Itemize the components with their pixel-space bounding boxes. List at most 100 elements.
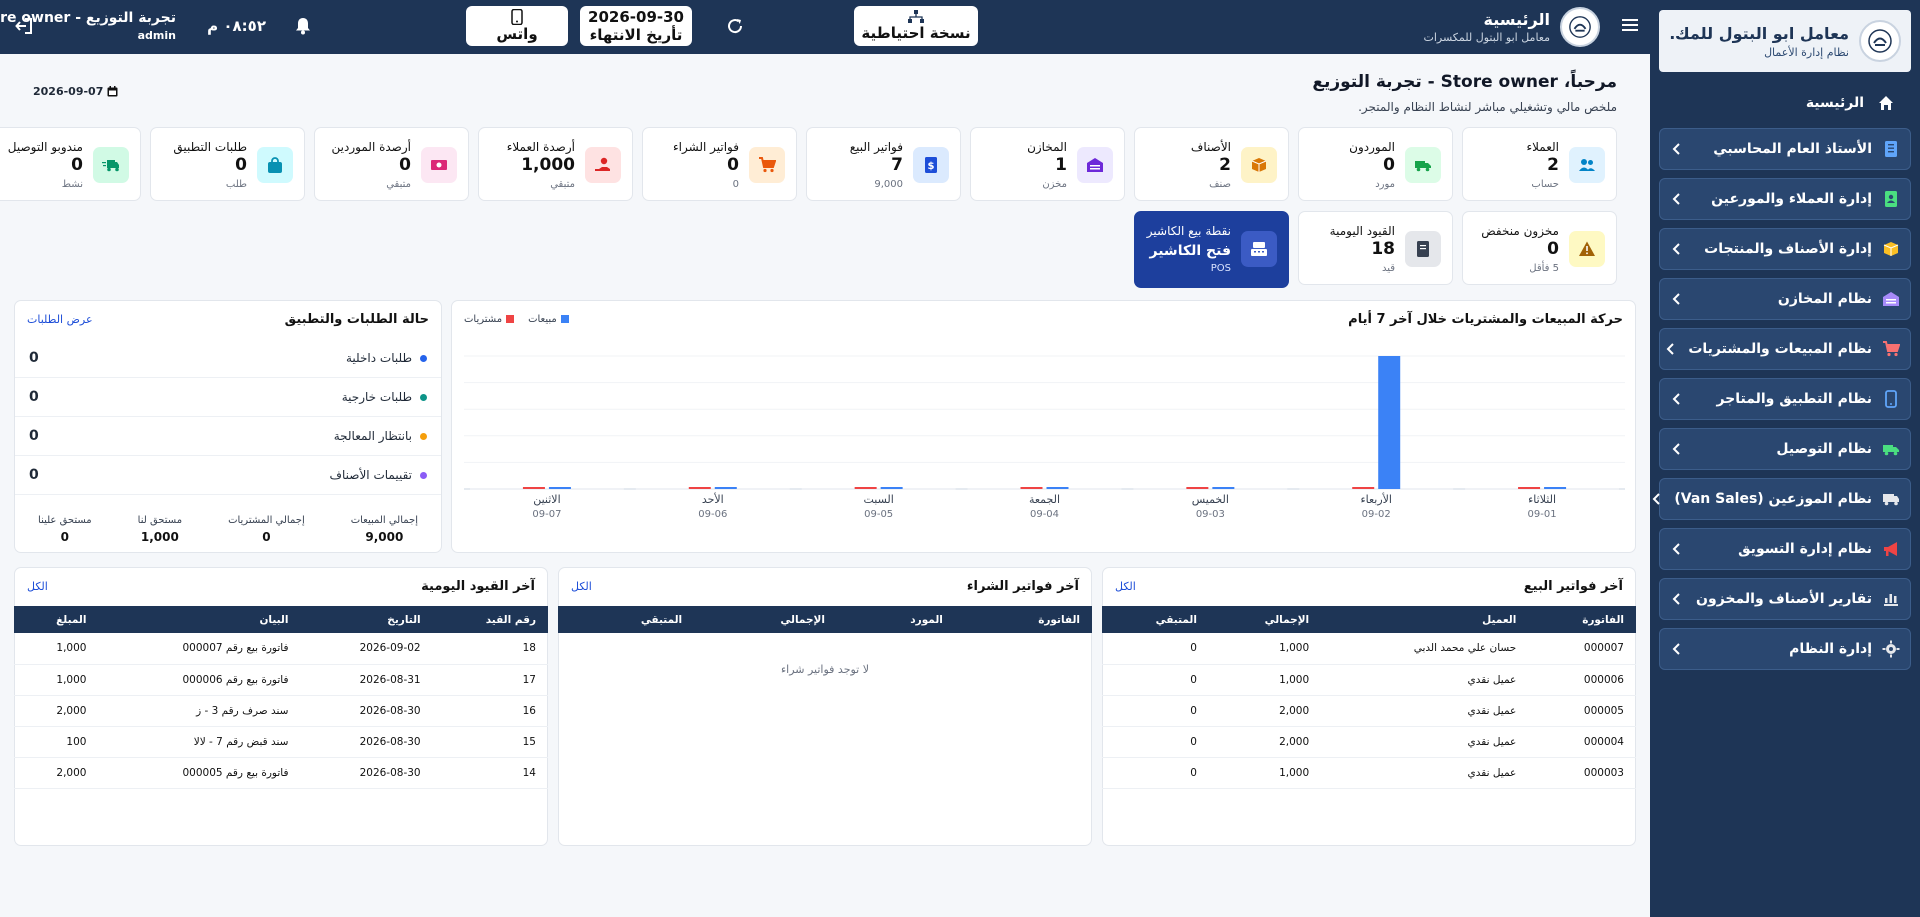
status-dot [420,394,427,401]
table-row[interactable]: 14 2026-08-30 فاتورة بيع رقم 000005 2,000 [14,757,548,789]
table-cell: 0 [1102,757,1209,789]
logout-icon[interactable] [15,18,33,34]
sidebar-item-6[interactable]: نظام التطبيق والمتاجر [1659,378,1911,420]
stat-card-delivery[interactable]: مندوبو التوصيل 0 نشط [0,127,141,201]
topbar-home[interactable]: الرئيسية معامل ابو البتول للمكسرات [1423,7,1600,47]
stat-card-hand-coin[interactable]: أرصدة العملاء 1,000 متبقي [478,127,633,201]
table-row[interactable]: 000006 عميل نقدي 1,000 0 [1102,664,1636,696]
stat-subtext: مخزن [1042,179,1067,190]
table-row[interactable]: 16 2026-08-30 سند صرف رقم 3 - ز 2,000 [14,695,548,727]
sidebar-item-10[interactable]: تقارير الأصناف والمخزون [1659,578,1911,620]
sidebar-item-3[interactable]: إدارة الأصناف والمنتجات [1659,228,1911,270]
status-row: طلبات خارجية 0 [15,378,441,417]
warehouse-icon [1882,290,1900,308]
sidebar-item-home[interactable]: الرئيسية [1650,78,1920,128]
stat-card-warning[interactable]: مخزون منخفض 0 5 فأقل [1462,211,1617,285]
stat-card-users[interactable]: العملاء 2 حساب [1462,127,1617,201]
refresh-icon[interactable] [726,17,744,35]
svg-text:$: $ [928,161,935,172]
box-icon [1882,240,1900,258]
bar-sales [714,487,737,489]
stat-label: العملاء [1526,140,1559,154]
journal-all-link[interactable]: الكل [27,580,48,593]
backup-label: نسخة احتياطية [861,24,971,42]
sidebar-item-5[interactable]: نظام المبيعات والمشتريات [1659,328,1911,370]
menu-toggle-icon[interactable] [1622,17,1638,33]
chevron-left-icon [1670,142,1684,156]
stat-label: أرصدة الموردين [331,140,411,154]
column-header: المورد [836,606,955,633]
table-cell: 2,000 [1208,726,1322,758]
table-row[interactable]: 15 2026-08-30 سند قبض رقم 7 - لالا 100 [14,726,548,758]
view-orders-link[interactable]: عرض الطلبات [27,313,93,326]
sales-invoices-table: الفاتورة العميل الإجمالي المتبقي 000007 حسان… [1102,606,1636,789]
sidebar-item-label: إدارة العملاء والمورعين [1711,191,1872,207]
table-row[interactable]: 18 2026-09-02 فاتورة بيع رقم 000007 1,000 [14,633,548,665]
table-row[interactable]: 000007 حسان علي محمد الدبي 1,000 0 [1102,633,1636,665]
sidebar-item-9[interactable]: نظام إدارة التسويق [1659,528,1911,570]
latest-journal-entries-panel: آخر القيود اليومية الكل رقم القيد التاريخ… [14,567,548,846]
warning-icon [1569,231,1605,267]
stat-value: 0 [1383,155,1395,175]
cart-icon [1882,340,1900,358]
stat-card-bag[interactable]: طلبات التطبيق 0 طلب [150,127,305,201]
clock: ٠٨:٥٢ م [207,17,266,35]
table-row[interactable]: 17 2026-08-31 فاتورة بيع رقم 000006 1,000 [14,664,548,696]
table-cell: 1,000 [1208,664,1322,696]
bar-purchases [1518,487,1541,489]
chevron-left-icon [1670,592,1684,606]
table-cell: 000003 [1528,757,1636,789]
stat-card-money[interactable]: أرصدة الموردين 0 متبقي [314,127,469,201]
total-value: 0 [60,530,70,544]
purchase-all-link[interactable]: الكل [571,580,592,593]
stat-label: فواتير الشراء [673,140,739,154]
sidebar-item-7[interactable]: نظام التوصيل [1659,428,1911,470]
sidebar-item-8[interactable]: نظام الموزعين (Van Sales) [1652,478,1911,520]
table-cell: 2,000 [14,695,99,727]
table-cell: 100 [14,726,99,758]
stat-value: 1,000 [521,155,575,175]
backup-button[interactable]: نسخة احتياطية [854,6,978,46]
stat-label: أرصدة العملاء [506,140,575,154]
table-cell: 2,000 [14,757,99,789]
topbar-title: الرئيسية [1483,10,1551,29]
table-row[interactable]: 000005 عميل نقدي 2,000 0 [1102,695,1636,727]
x-tick-label: الجمعة [1029,493,1060,506]
company-logo [1859,20,1901,62]
megaphone-icon [1882,540,1900,558]
total-value: 1,000 [140,530,179,544]
sales-all-link[interactable]: الكل [1115,580,1136,593]
bell-icon[interactable] [295,17,311,35]
status-value: 0 [29,350,39,366]
stat-card-invoice[interactable]: $ فواتير البيع 7 9,000 [806,127,961,201]
table-cell: فاتورة بيع رقم 000007 [98,633,301,665]
stat-subtext: متبقي [386,179,411,190]
stat-label: القيود اليومية [1329,224,1395,238]
stat-subtext: صنف [1209,179,1231,190]
sidebar-item-2[interactable]: إدارة العملاء والمورعين [1659,178,1911,220]
stat-card-cash-register[interactable]: نقطة بيع الكاشير فتح الكاشير POS [1134,211,1289,288]
stat-card-cart[interactable]: فواتير الشراء 0 0 [642,127,797,201]
bar-purchases [1186,487,1209,489]
sidebar-item-11[interactable]: إدارة النظام [1659,628,1911,670]
expiry-date-button[interactable]: 2026-09-30 تأريخ الانتهاء [580,6,692,46]
van-icon [1882,490,1900,508]
sitemap-icon [908,10,924,24]
table-row[interactable]: 000003 عميل نقدي 1,000 0 [1102,757,1636,789]
sidebar-item-4[interactable]: نظام المخازن [1659,278,1911,320]
journal-icon [1405,231,1441,267]
stat-card-box[interactable]: الأصناف 2 صنف [1134,127,1289,201]
table-cell: 18 [432,633,548,665]
sidebar-item-1[interactable]: الأستاذ العام المحاسبي [1659,128,1911,170]
stat-card-journal[interactable]: القيود اليومية 18 قيد [1298,211,1453,285]
bar-sales [1212,487,1235,489]
stat-subtext: 0 [732,179,739,190]
table-row[interactable]: 000004 عميل نقدي 2,000 0 [1102,726,1636,758]
expiry-date: 2026-09-30 [588,8,684,26]
brand-card[interactable]: معامل ابو البتول للمك... نظام إدارة الأع… [1659,10,1911,72]
table-cell: 1,000 [14,664,99,696]
stat-card-truck[interactable]: الموردون 0 مورد [1298,127,1453,201]
whatsapp-button[interactable]: واتس [466,6,568,46]
stat-card-warehouse[interactable]: المخازن 1 مخزن [970,127,1125,201]
brand-title: معامل ابو البتول للمك... [1669,23,1849,43]
